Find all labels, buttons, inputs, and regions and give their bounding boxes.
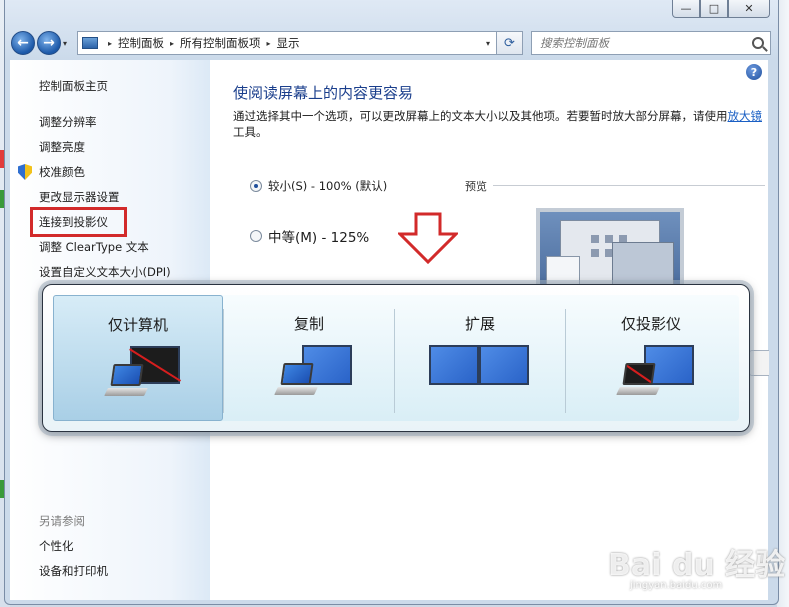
option-medium-label[interactable]: 中等(M) - 125%	[268, 226, 369, 246]
back-arrow-icon: ←	[17, 35, 29, 51]
help-glyph: ?	[750, 65, 758, 79]
minimize-button[interactable]: —	[672, 0, 700, 18]
laptop-off-icon	[622, 363, 656, 385]
forward-arrow-icon: →	[43, 35, 55, 51]
control-panel-icon	[82, 37, 98, 49]
breadcrumb-separator[interactable]: ▸	[108, 39, 112, 48]
projector-switch-overlay: 仅计算机 复制 扩展 仅投影仪	[42, 284, 750, 432]
laptop-icon	[110, 364, 144, 386]
option-computer-only[interactable]: 仅计算机	[53, 295, 223, 421]
option-medium-row[interactable]: 中等(M) - 125%	[250, 226, 369, 246]
laptop-icon	[280, 363, 314, 385]
preview-tile	[591, 235, 599, 243]
back-button[interactable]: ←	[11, 31, 35, 55]
laptop-base-icon	[104, 388, 148, 396]
magnifier-link[interactable]: 放大镜	[728, 109, 763, 123]
see-also-heading: 另请参阅	[39, 514, 85, 528]
sidebar-item-resolution[interactable]: 调整分辨率	[39, 114, 97, 130]
recent-pages-dropdown[interactable]: ▾	[63, 39, 73, 48]
shield-icon	[18, 164, 32, 180]
sidebar-item-custom-dpi[interactable]: 设置自定义文本大小(DPI)	[39, 264, 171, 280]
sidebar-item-brightness[interactable]: 调整亮度	[39, 139, 85, 155]
forward-button[interactable]: →	[37, 31, 61, 55]
search-input[interactable]	[540, 36, 750, 50]
page-description: 通过选择其中一个选项，可以更改屏幕上的文本大小以及其他项。若要暂时放大部分屏幕，…	[233, 108, 763, 140]
laptop-base-icon	[274, 387, 318, 395]
sidebar-item-personalization[interactable]: 个性化	[39, 538, 74, 554]
option-computer-only-label: 仅计算机	[107, 316, 168, 334]
option-duplicate[interactable]: 复制	[224, 295, 394, 421]
option-small-row[interactable]: 较小(S) - 100% (默认)	[250, 178, 387, 194]
preview-image	[536, 208, 684, 288]
annotation-highlight-box	[30, 207, 127, 237]
projector-options: 仅计算机 复制 扩展 仅投影仪	[53, 295, 739, 421]
help-icon[interactable]: ?	[746, 64, 762, 80]
sidebar-item-home[interactable]: 控制面板主页	[39, 78, 108, 94]
breadcrumb-control-panel[interactable]: 控制面板	[118, 35, 164, 51]
option-extend-label: 扩展	[464, 315, 495, 333]
caption-buttons: — □ ✕	[672, 0, 770, 18]
down-arrow-annotation-icon	[398, 212, 458, 264]
preview-label: 预览	[465, 180, 487, 193]
page-title: 使阅读屏幕上的内容更容易	[233, 84, 414, 102]
description-tail: 工具。	[233, 125, 268, 139]
address-dropdown[interactable]: ▾	[480, 39, 496, 48]
sidebar-item-display-settings[interactable]: 更改显示器设置	[39, 189, 120, 205]
breadcrumb-display[interactable]: 显示	[277, 35, 300, 51]
breadcrumb-separator[interactable]: ▸	[170, 39, 174, 48]
laptop-base-icon	[616, 387, 660, 395]
maximize-button[interactable]: □	[700, 0, 728, 18]
monitor-left-icon	[429, 345, 479, 385]
sidebar-item-calibrate-color[interactable]: 校准颜色	[39, 164, 85, 180]
sidebar-item-cleartype[interactable]: 调整 ClearType 文本	[39, 239, 149, 255]
monitor-right-icon	[479, 345, 529, 385]
navigation-bar: ← → ▾ ▸ 控制面板 ▸ 所有控制面板项 ▸ 显示 ▾ ⟳	[11, 30, 773, 56]
partial-button[interactable]	[749, 350, 769, 376]
breadcrumb-separator[interactable]: ▸	[267, 39, 271, 48]
option-duplicate-label: 复制	[293, 315, 324, 333]
disabled-slash-icon	[625, 364, 653, 384]
option-projector-only[interactable]: 仅投影仪	[566, 295, 736, 421]
refresh-button[interactable]: ⟳	[497, 31, 523, 55]
baidu-watermark-url: jingyan.baidu.com	[630, 580, 723, 591]
refresh-icon: ⟳	[504, 35, 515, 51]
search-box[interactable]	[531, 31, 771, 55]
option-projector-only-label: 仅投影仪	[620, 315, 681, 333]
preview-divider	[493, 185, 765, 186]
option-extend[interactable]: 扩展	[395, 295, 565, 421]
preview-window	[612, 242, 674, 288]
option-medium-radio[interactable]	[250, 230, 262, 242]
search-icon[interactable]	[752, 37, 764, 49]
close-button[interactable]: ✕	[728, 0, 770, 18]
option-small-label[interactable]: 较小(S) - 100% (默认)	[268, 178, 387, 194]
breadcrumb-all-items[interactable]: 所有控制面板项	[180, 35, 261, 51]
sidebar-item-devices-printers[interactable]: 设备和打印机	[39, 563, 108, 579]
address-bar[interactable]: ▸ 控制面板 ▸ 所有控制面板项 ▸ 显示 ▾	[77, 31, 497, 55]
description-text: 通过选择其中一个选项，可以更改屏幕上的文本大小以及其他项。若要暂时放大部分屏幕，…	[233, 109, 728, 123]
baidu-watermark: Bai du 经验	[608, 548, 786, 583]
preview-tile	[591, 249, 599, 257]
option-small-radio[interactable]	[250, 180, 262, 192]
